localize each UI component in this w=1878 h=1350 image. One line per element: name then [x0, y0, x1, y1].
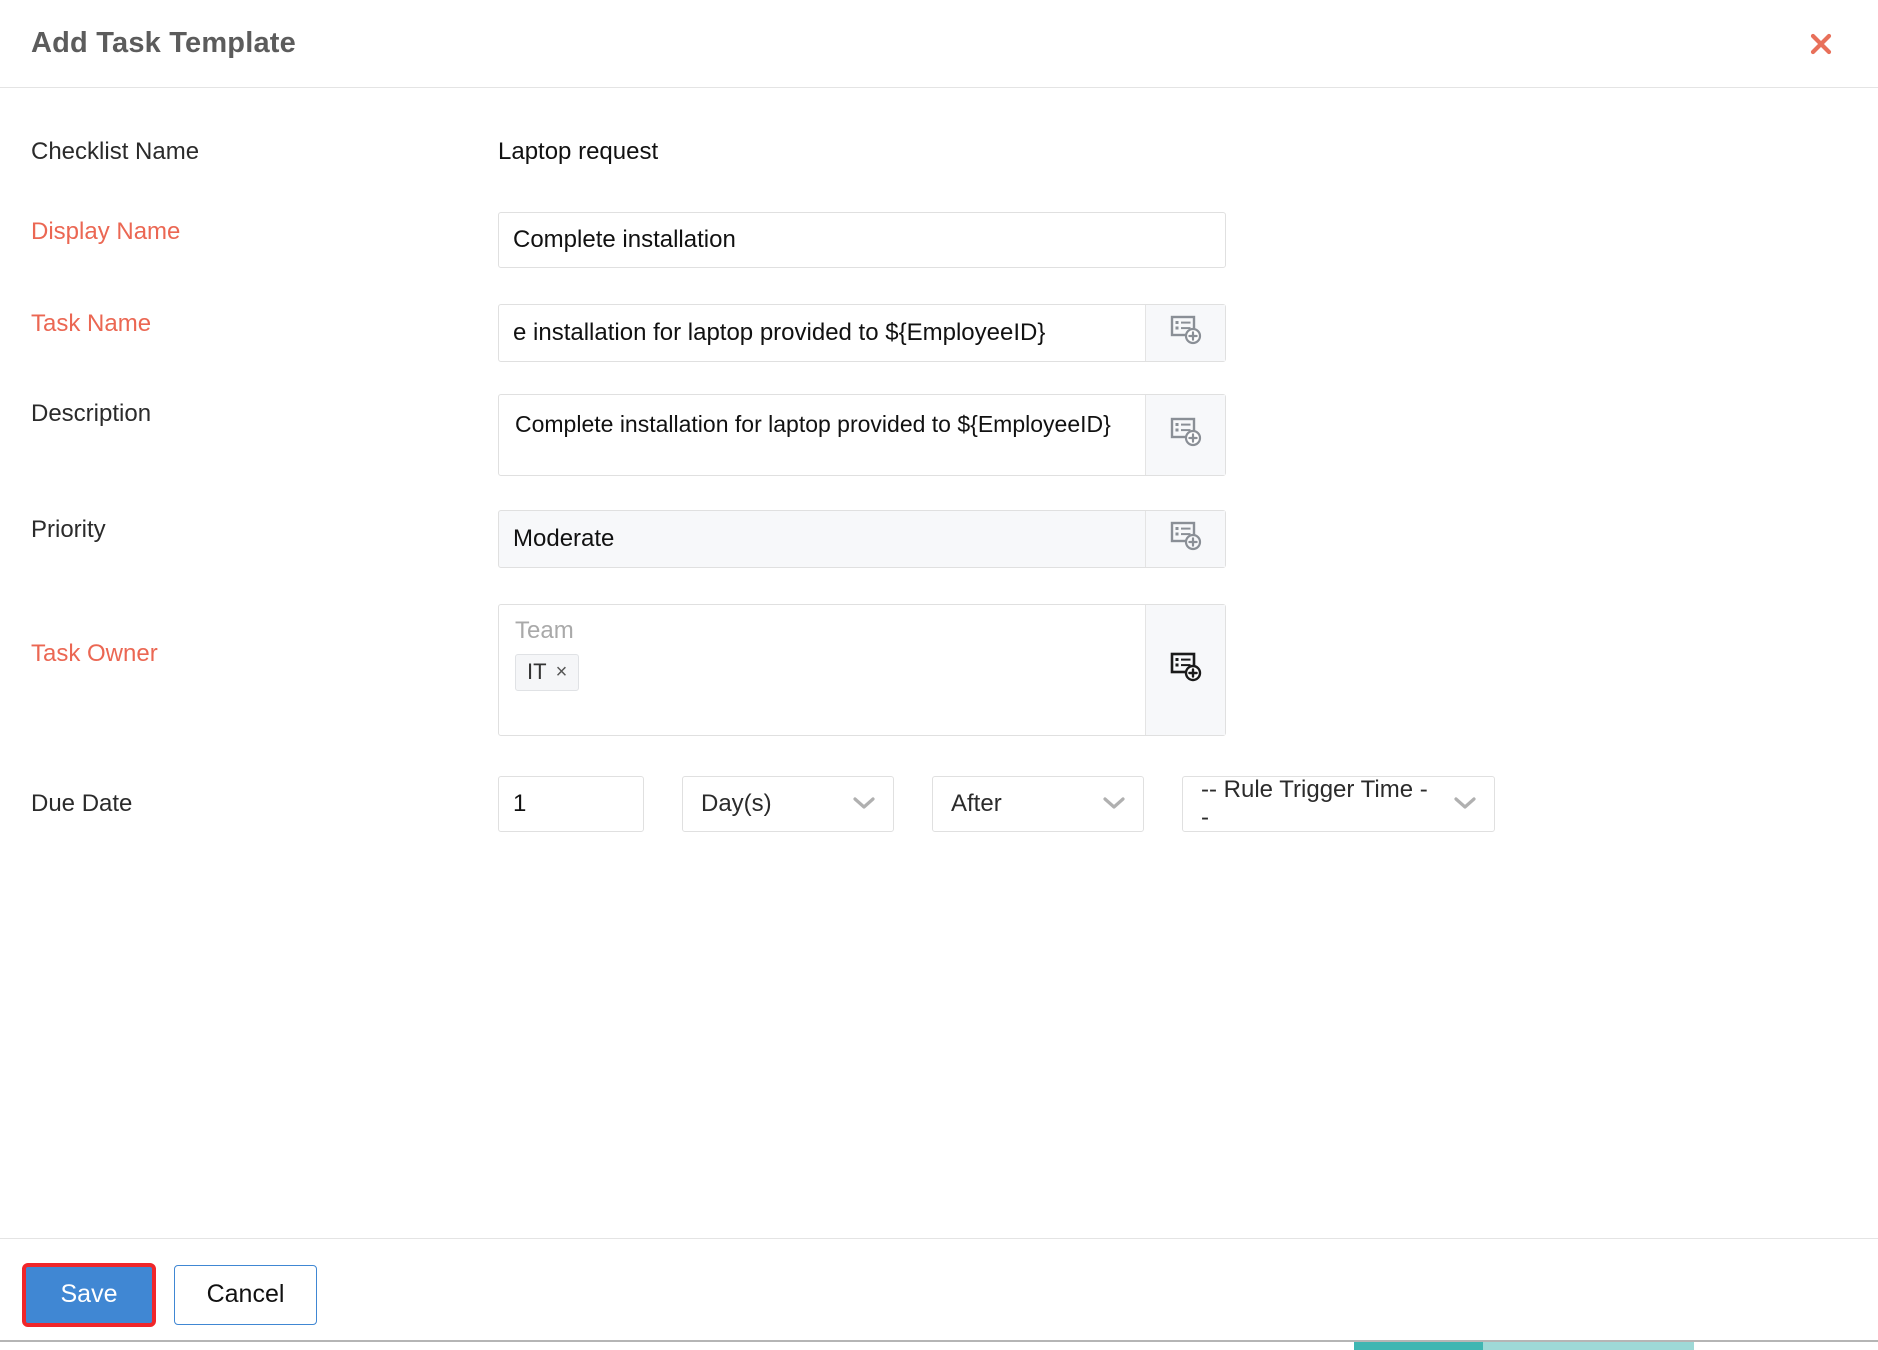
due-date-offset-value: After: [951, 789, 1002, 817]
task-owner-group: Team IT ×: [498, 603, 1226, 736]
row-display-name: Display Name Complete installation: [0, 211, 1878, 268]
label-due-date: Due Date: [31, 789, 133, 817]
due-date-unit-select[interactable]: Day(s): [682, 775, 894, 832]
insert-field-icon: [1169, 650, 1203, 689]
row-task-owner: Task Owner Team IT ×: [0, 603, 1878, 736]
chip-label: IT: [527, 658, 547, 684]
row-priority: Priority Moderate: [0, 509, 1878, 568]
due-date-controls: 1 Day(s) After -- Rule Trigger Time --: [498, 775, 1878, 832]
task-owner-input[interactable]: Team IT ×: [499, 605, 1145, 735]
insert-field-icon: [1169, 415, 1203, 454]
close-button[interactable]: [1798, 21, 1844, 67]
cancel-button[interactable]: Cancel: [174, 1264, 317, 1325]
dialog-header: Add Task Template: [0, 0, 1878, 88]
label-task-name: Task Name: [31, 309, 152, 337]
task-owner-insert-field-button[interactable]: [1145, 604, 1225, 735]
sliver-segment-track: [1483, 1342, 1694, 1350]
add-task-template-dialog: Add Task Template Checklist Name Laptop …: [0, 0, 1878, 1350]
due-date-amount-input[interactable]: 1: [498, 775, 644, 832]
row-description: Description Complete installation for la…: [0, 393, 1878, 476]
close-icon: [1806, 29, 1836, 59]
task-owner-placeholder: Team: [515, 616, 574, 644]
display-name-input[interactable]: Complete installation: [498, 211, 1226, 268]
row-due-date: Due Date 1 Day(s) After -- Rule Trigger …: [0, 775, 1878, 832]
chip-remove-icon[interactable]: ×: [556, 662, 568, 682]
insert-field-icon: [1169, 313, 1203, 352]
label-task-owner: Task Owner: [31, 639, 158, 667]
task-name-group: e installation for laptop provided to ${…: [498, 303, 1226, 362]
row-checklist-name: Checklist Name Laptop request: [0, 132, 1878, 167]
task-name-insert-field-button[interactable]: [1145, 304, 1225, 361]
insert-field-icon: [1169, 519, 1203, 558]
label-checklist-name: Checklist Name: [31, 138, 200, 165]
task-name-input[interactable]: e installation for laptop provided to ${…: [499, 305, 1145, 361]
description-textarea[interactable]: Complete installation for laptop provide…: [499, 395, 1145, 475]
chevron-down-icon: [851, 790, 877, 818]
sliver-segment-filled: [1354, 1342, 1484, 1350]
save-button[interactable]: Save: [22, 1262, 156, 1327]
label-description: Description: [31, 399, 152, 427]
row-task-name: Task Name e installation for laptop prov…: [0, 303, 1878, 362]
due-date-anchor-value: -- Rule Trigger Time --: [1201, 775, 1428, 831]
description-group: Complete installation for laptop provide…: [498, 393, 1226, 476]
label-priority: Priority: [31, 515, 106, 543]
bottom-progress-sliver: [1354, 1342, 1694, 1350]
dialog-body: Checklist Name Laptop request Display Na…: [0, 88, 1878, 1238]
label-display-name: Display Name: [31, 217, 181, 245]
due-date-anchor-select[interactable]: -- Rule Trigger Time --: [1182, 775, 1495, 832]
checklist-name-value: Laptop request: [498, 138, 659, 165]
chevron-down-icon: [1452, 790, 1478, 818]
priority-group: Moderate: [498, 509, 1226, 568]
priority-input[interactable]: Moderate: [499, 511, 1145, 567]
priority-insert-field-button[interactable]: [1145, 510, 1225, 567]
due-date-unit-value: Day(s): [701, 789, 772, 817]
dialog-footer: Save Cancel: [0, 1238, 1878, 1350]
task-owner-chip[interactable]: IT ×: [515, 653, 580, 691]
page-title: Add Task Template: [31, 27, 296, 59]
due-date-offset-select[interactable]: After: [932, 775, 1144, 832]
description-insert-field-button[interactable]: [1145, 394, 1225, 475]
chevron-down-icon: [1101, 790, 1127, 818]
